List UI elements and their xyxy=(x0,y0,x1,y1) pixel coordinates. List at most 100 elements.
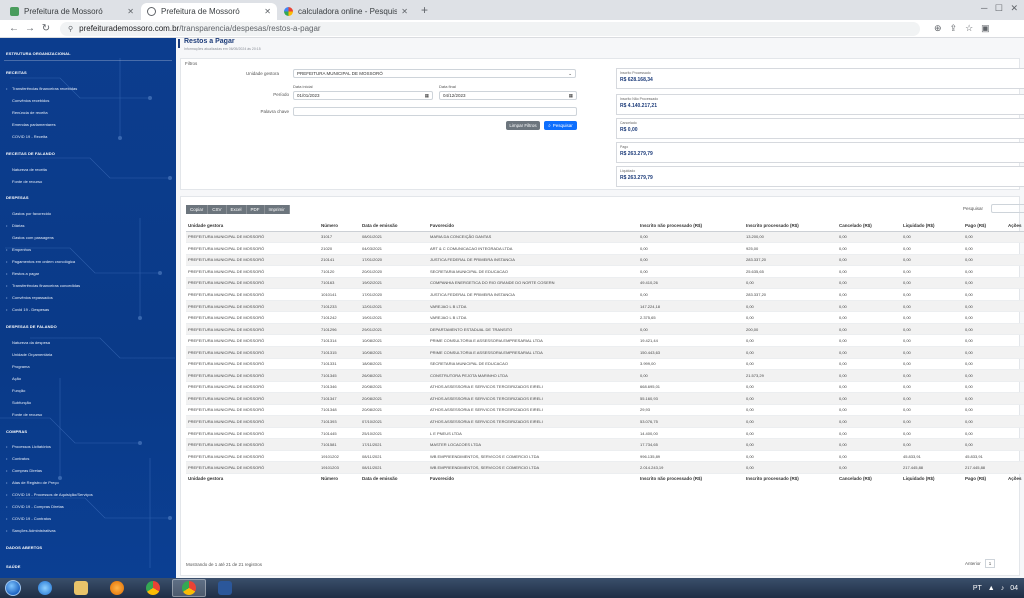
sidebar-item-programa[interactable]: Programa xyxy=(12,364,30,369)
header-column-header[interactable]: Número xyxy=(319,221,360,232)
sidebar-item-sancoes[interactable]: Sanções Administrativas xyxy=(6,528,56,533)
header-column-header[interactable]: Unidade gestora xyxy=(186,221,319,232)
header-column-header[interactable]: Cancelado (R$) xyxy=(837,221,901,232)
sidebar-section-receitas[interactable]: RECEITAS xyxy=(6,70,27,75)
row-actions-icon[interactable]: • xyxy=(1006,450,1024,463)
table-row[interactable]: PREFEITURA MUNICIPAL DE MOSSORÓ 7101581 17… xyxy=(186,438,1024,451)
tray-arrow-icon[interactable]: ▲ xyxy=(988,585,995,592)
row-actions-icon[interactable]: • xyxy=(1006,392,1024,405)
window-controls[interactable]: ─ ☐ ✕ xyxy=(981,3,1018,14)
taskbar-chrome-active[interactable] xyxy=(172,579,206,597)
taskbar-media[interactable] xyxy=(100,579,134,597)
row-actions-icon[interactable]: • xyxy=(1006,427,1024,440)
table-row[interactable]: PREFEITURA MUNICIPAL DE MOSSORÓ 7101242 19… xyxy=(186,311,1024,324)
clock[interactable]: 04 xyxy=(1010,585,1018,592)
sidebar-item-passagens[interactable]: Gastos com passagens xyxy=(12,235,54,240)
data-final-input[interactable]: 04/12/2023 ▦ xyxy=(439,91,577,100)
row-actions-icon[interactable]: • xyxy=(1006,381,1024,394)
sidebar-section-receitas-falando[interactable]: RECEITAS DE FALANDO xyxy=(6,151,55,156)
sidebar-section-estrutura[interactable]: ESTRUTURA ORGANIZACIONAL xyxy=(6,51,71,56)
sidebar-item-acao[interactable]: Ação xyxy=(12,376,21,381)
sidebar-item-covid-processos[interactable]: COVID 19 - Processos de Aquisição/Serviç… xyxy=(6,492,93,497)
table-row[interactable]: PREFEITURA MUNICIPAL DE MOSSORÓ 1010141 17… xyxy=(186,288,1024,301)
back-icon[interactable]: ← xyxy=(6,23,22,34)
taskbar-chrome[interactable] xyxy=(136,579,170,597)
sidepanel-icon[interactable]: ▣ xyxy=(981,23,990,34)
sidebar-section-despesas[interactable]: DESPESAS xyxy=(6,195,29,200)
table-row[interactable]: PREFEITURA MUNICIPAL DE MOSSORÓ 7101233 12… xyxy=(186,300,1024,313)
table-search-input[interactable] xyxy=(991,204,1024,213)
taskbar-explorer[interactable] xyxy=(64,579,98,597)
zoom-icon[interactable]: ⊕ xyxy=(934,23,942,34)
close-tab-icon[interactable]: ✕ xyxy=(264,7,271,16)
taskbar-word[interactable] xyxy=(208,579,242,597)
table-row[interactable]: PREFEITURA MUNICIPAL DE MOSSORÓ 7101315 10… xyxy=(186,346,1024,359)
table-row[interactable]: PREFEITURA MUNICIPAL DE MOSSORÓ 710163 19/… xyxy=(186,277,1024,290)
calendar-icon[interactable]: ▦ xyxy=(425,93,429,99)
table-row[interactable]: PREFEITURA MUNICIPAL DE MOSSORÓ 7101346 20… xyxy=(186,381,1024,394)
row-actions-icon[interactable]: • xyxy=(1006,346,1024,359)
row-actions-icon[interactable]: • xyxy=(1006,288,1024,301)
sidebar-item-processos-licitatorios[interactable]: Processos Licitatórios xyxy=(6,444,51,449)
browser-tab-3[interactable]: calculadora online - Pesquisa Go ✕ xyxy=(278,3,414,20)
sidebar-item-transferencias-concedidas[interactable]: Transferências financeiras concedidas xyxy=(6,283,80,288)
table-row[interactable]: PREFEITURA MUNICIPAL DE MOSSORÓ 7101296 29… xyxy=(186,323,1024,336)
close-tab-icon[interactable]: ✕ xyxy=(127,7,134,16)
sidebar-item-covid-receita[interactable]: COVID 19 - Receita xyxy=(12,134,47,139)
sidebar-item-fonte-recurso[interactable]: Fonte de recurso xyxy=(12,179,42,184)
site-info-icon[interactable]: ⚲ xyxy=(68,25,73,33)
header-column-header[interactable]: Inscrito não processado (R$) xyxy=(638,221,744,232)
sidebar-item-subfuncao[interactable]: Subfunção xyxy=(12,400,31,405)
row-actions-icon[interactable]: • xyxy=(1006,415,1024,428)
sidebar-item-convenios-repassados[interactable]: Convênios repassados xyxy=(6,295,53,300)
table-row[interactable]: PREFEITURA MUNICIPAL DE MOSSORÓ 7101345 26… xyxy=(186,369,1024,382)
sidebar-item-emendas[interactable]: Emendas parlamentares xyxy=(12,122,56,127)
sidebar-item-restos-a-pagar[interactable]: Restos a pagar xyxy=(6,271,39,276)
sidebar-item-diarias[interactable]: Diárias xyxy=(6,223,25,228)
sidebar-section-compras[interactable]: COMPRAS xyxy=(6,429,27,434)
imprimir-button[interactable]: Imprimir xyxy=(264,205,290,214)
sidebar-item-renuncia[interactable]: Renúncia de receita xyxy=(12,110,48,115)
bookmark-star-icon[interactable]: ☆ xyxy=(965,23,973,34)
sidebar-item-empenhos[interactable]: Empenhos xyxy=(6,247,31,252)
limpar-filtros-button[interactable]: Limpar Filtros xyxy=(506,121,540,130)
sidebar-item-funcao[interactable]: Função xyxy=(12,388,25,393)
volume-icon[interactable]: ♪ xyxy=(1001,585,1005,592)
sidebar-item-fonte-recurso-despesa[interactable]: Fonte de recurso xyxy=(12,412,42,417)
row-actions-icon[interactable]: • xyxy=(1006,358,1024,371)
row-actions-icon[interactable]: • xyxy=(1006,311,1024,324)
page-number-button[interactable]: 1 xyxy=(984,559,996,568)
pdf-button[interactable]: PDF xyxy=(246,205,265,214)
row-actions-icon[interactable]: • xyxy=(1006,242,1024,255)
row-actions-icon[interactable]: • xyxy=(1006,265,1024,278)
table-row[interactable]: PREFEITURA MUNICIPAL DE MOSSORÓ 210141 17/… xyxy=(186,254,1024,267)
copiar-button[interactable]: Copiar xyxy=(186,205,209,214)
header-column-header[interactable]: Ações xyxy=(1006,221,1024,232)
header-column-header[interactable]: Data de emissão xyxy=(360,221,428,232)
table-row[interactable]: PREFEITURA MUNICIPAL DE MOSSORÓ 7101347 20… xyxy=(186,392,1024,405)
start-button[interactable] xyxy=(0,578,26,598)
sidebar-item-compras-diretas[interactable]: Compras Diretas xyxy=(6,468,42,473)
sidebar-item-pagamentos-cronologica[interactable]: Pagamentos em ordem cronológica xyxy=(6,259,75,264)
table-row[interactable]: PREFEITURA MUNICIPAL DE MOSSORÓ 7101348 20… xyxy=(186,404,1024,417)
reload-icon[interactable]: ↻ xyxy=(38,23,54,34)
close-tab-icon[interactable]: ✕ xyxy=(401,7,408,16)
sidebar-item-contratos[interactable]: Contratos xyxy=(6,456,29,461)
table-row[interactable]: PREFEITURA MUNICIPAL DE MOSSORÓ 710120 20/… xyxy=(186,265,1024,278)
new-tab-icon[interactable]: + xyxy=(421,3,428,17)
address-bar[interactable]: ⚲ prefeiturademossoro.com.br/transparenc… xyxy=(60,21,920,36)
table-row[interactable]: PREFEITURA MUNICIPAL DE MOSSORÓ 21020 04/0… xyxy=(186,242,1024,255)
language-indicator[interactable]: PT xyxy=(973,585,982,592)
sidebar-item-covid-despesas[interactable]: Covid 19 - Despesas xyxy=(6,307,49,312)
row-actions-icon[interactable]: • xyxy=(1006,438,1024,451)
sidebar-section-saude[interactable]: SAÚDE xyxy=(6,564,21,569)
row-actions-icon[interactable]: • xyxy=(1006,231,1024,244)
table-row[interactable]: PREFEITURA MUNICIPAL DE MOSSORÓ 7101445 25… xyxy=(186,427,1024,440)
sidebar-item-unidade-orcamentaria[interactable]: Unidade Orçamentária xyxy=(12,352,52,357)
csv-button[interactable]: CSV xyxy=(208,205,227,214)
data-inicial-input[interactable]: 01/01/2023 ▦ xyxy=(293,91,433,100)
pesquisar-button[interactable]: ⌕ Pesquisar xyxy=(544,121,577,130)
share-icon[interactable]: ⇪ xyxy=(950,23,958,34)
browser-tab-1[interactable]: Prefeitura de Mossoró ✕ xyxy=(4,3,140,20)
table-row[interactable]: PREFEITURA MUNICIPAL DE MOSSORÓ 19101203 0… xyxy=(186,461,1024,474)
